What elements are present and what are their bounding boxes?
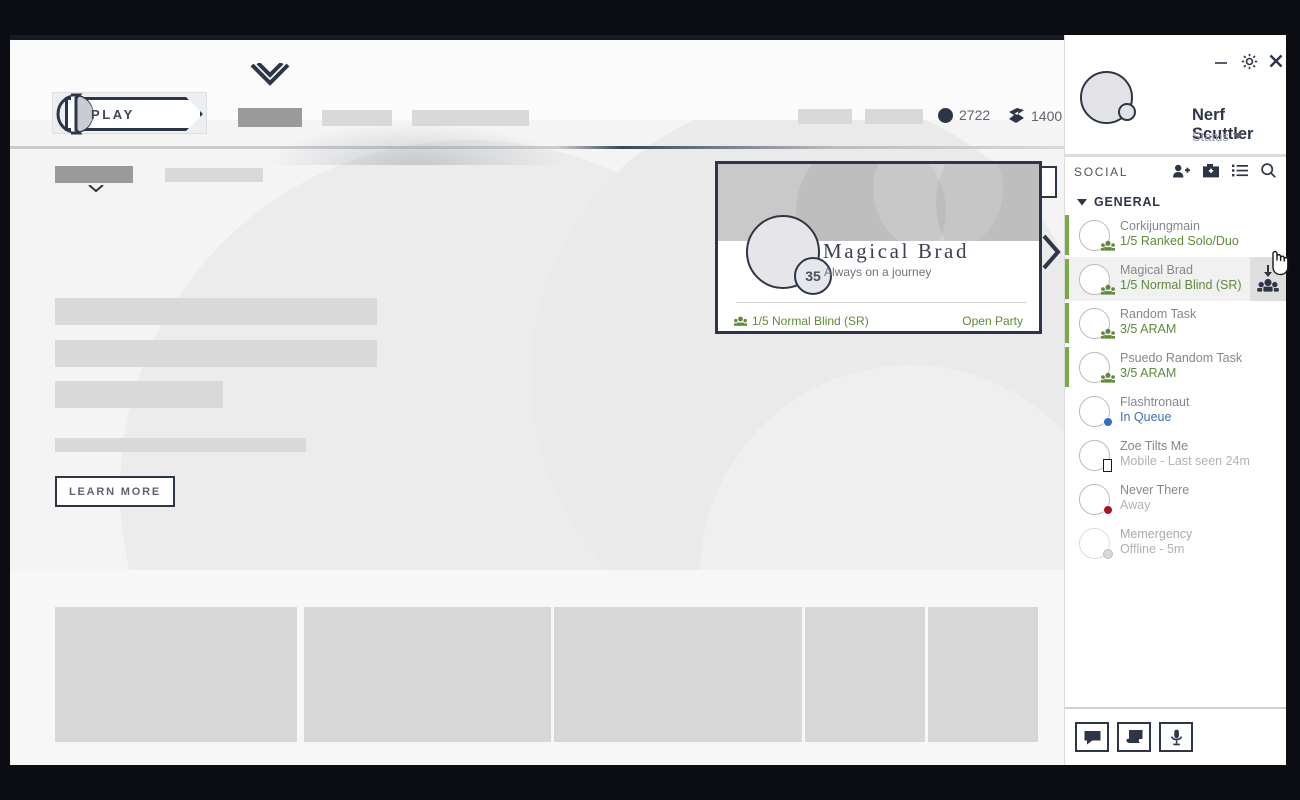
scroll-icon (1126, 729, 1143, 745)
content-skeleton-line (55, 340, 377, 367)
social-toolbar (1065, 709, 1286, 765)
status-dot-in-queue-icon (1103, 417, 1113, 427)
friend-name: Random Task (1120, 307, 1196, 321)
header-skeleton (798, 109, 852, 124)
microphone-icon (1170, 729, 1183, 746)
scroll-button[interactable] (1117, 722, 1151, 752)
mouse-cursor (1268, 248, 1292, 276)
header-divider-glow (265, 123, 565, 165)
list-item[interactable]: Corkijungmain 1/5 Ranked Solo/Duo (1065, 213, 1286, 257)
card-skeleton[interactable] (55, 607, 297, 742)
learn-more-button[interactable]: LEARN MORE (55, 476, 175, 507)
friend-name: Corkijungmain (1120, 219, 1200, 233)
friend-profile-card: 35 Magical Brad Always on a journey 1/5 … (715, 161, 1042, 334)
game-client-window: PLAY 2722 1400 (10, 35, 1065, 765)
friend-status: 1/5 Ranked Solo/Duo (1120, 234, 1239, 248)
party-icon (1101, 240, 1115, 252)
list-view-icon[interactable] (1232, 164, 1248, 177)
minimize-button[interactable] (1213, 53, 1229, 69)
profile-name: Magical Brad (823, 239, 969, 264)
status-badge (1118, 103, 1136, 121)
friend-status: 3/5 ARAM (1120, 366, 1176, 380)
friend-name: Psuedo Random Task (1120, 351, 1242, 365)
party-icon (734, 316, 747, 327)
friend-status: Mobile - Last seen 24m (1120, 454, 1250, 468)
profile-divider (736, 302, 1027, 303)
friend-name: Memergency (1120, 527, 1192, 541)
party-icon (1101, 328, 1115, 340)
list-item[interactable]: Flashtronaut In Queue (1065, 389, 1286, 433)
friend-status: Away (1120, 498, 1150, 512)
social-header: SOCIAL (1065, 157, 1286, 191)
microphone-button[interactable] (1159, 722, 1193, 752)
create-group-icon[interactable] (1203, 164, 1219, 178)
riot-points-currency[interactable]: 1400 (1008, 107, 1062, 124)
friend-name: Zoe Tilts Me (1120, 439, 1188, 453)
header-skeleton (865, 109, 923, 124)
mobile-icon (1103, 459, 1112, 472)
content-skeleton-line (55, 298, 377, 325)
blue-essence-value: 2722 (959, 107, 990, 123)
chevron-ornament-icon (248, 63, 292, 97)
friend-status: Offline - 5m (1120, 542, 1184, 556)
profile-tagline: Always on a journey (824, 265, 931, 279)
list-item[interactable]: Never There Away (1065, 477, 1286, 521)
friend-name: Magical Brad (1120, 263, 1193, 277)
friend-status: 3/5 ARAM (1120, 322, 1176, 336)
list-item[interactable]: Memergency Offline - 5m (1065, 521, 1286, 565)
friend-group-header[interactable]: GENERAL (1065, 191, 1286, 213)
friend-status: In Queue (1120, 410, 1171, 424)
subnav-item-skeleton[interactable] (165, 168, 263, 182)
chat-button[interactable] (1075, 722, 1109, 752)
status-dot-offline-icon (1103, 549, 1113, 559)
close-button[interactable] (1268, 53, 1284, 69)
open-party-button[interactable]: Open Party (962, 314, 1023, 328)
friend-group-label: GENERAL (1094, 195, 1161, 209)
social-header-actions (1173, 163, 1276, 178)
subnav-caret-icon (88, 185, 104, 193)
play-button[interactable]: PLAY (52, 92, 207, 134)
play-button-label: PLAY (91, 93, 135, 135)
profile-party-status-label: 1/5 Normal Blind (SR) (752, 314, 869, 328)
friends-list: Corkijungmain 1/5 Ranked Solo/Duo Magica… (1065, 213, 1286, 565)
friend-status: 1/5 Normal Blind (SR) (1120, 278, 1242, 292)
list-item[interactable]: Random Task 3/5 ARAM (1065, 301, 1286, 345)
list-item[interactable]: Psuedo Random Task 3/5 ARAM (1065, 345, 1286, 389)
blue-essence-currency[interactable]: 2722 (938, 107, 990, 123)
card-skeleton[interactable] (805, 607, 925, 742)
content-skeleton-line (55, 438, 306, 452)
social-header-title: SOCIAL (1074, 165, 1128, 179)
list-item[interactable]: Magical Brad 1/5 Normal Blind (SR) (1065, 257, 1286, 301)
subnav-item-skeleton[interactable] (55, 166, 133, 183)
status-label: Status (1192, 129, 1229, 144)
profile-party-status: 1/5 Normal Blind (SR) (734, 314, 869, 328)
list-item[interactable]: Zoe Tilts Me Mobile - Last seen 24m (1065, 433, 1286, 477)
content-skeleton-line (55, 381, 223, 408)
screen-root: PLAY 2722 1400 (0, 0, 1300, 800)
status-bar (1065, 215, 1069, 255)
profile-card-pointer-icon (1042, 232, 1064, 272)
party-icon (1101, 284, 1115, 296)
status-bar (1065, 303, 1069, 343)
party-icon (1101, 372, 1115, 384)
blue-essence-icon (938, 108, 953, 123)
friend-name: Never There (1120, 483, 1189, 497)
friend-name: Flashtronaut (1120, 395, 1189, 409)
card-skeleton[interactable] (554, 607, 802, 742)
chevron-down-icon (1233, 133, 1243, 140)
riot-points-value: 1400 (1031, 108, 1062, 124)
social-panel: Nerf Scuttler Status SOCIAL (1064, 35, 1286, 765)
add-friend-icon[interactable] (1173, 164, 1190, 178)
search-icon[interactable] (1261, 163, 1276, 178)
card-skeleton[interactable] (928, 607, 1038, 742)
caret-down-icon (1077, 199, 1087, 206)
current-user-row[interactable]: Nerf Scuttler Status (1065, 68, 1286, 131)
status-dropdown[interactable]: Status (1192, 129, 1243, 144)
card-skeleton[interactable] (304, 607, 551, 742)
status-dot-away-icon (1103, 505, 1113, 515)
status-bar (1065, 347, 1069, 387)
status-bar (1065, 259, 1069, 299)
chat-icon (1084, 730, 1101, 745)
riot-points-icon (1008, 107, 1025, 124)
